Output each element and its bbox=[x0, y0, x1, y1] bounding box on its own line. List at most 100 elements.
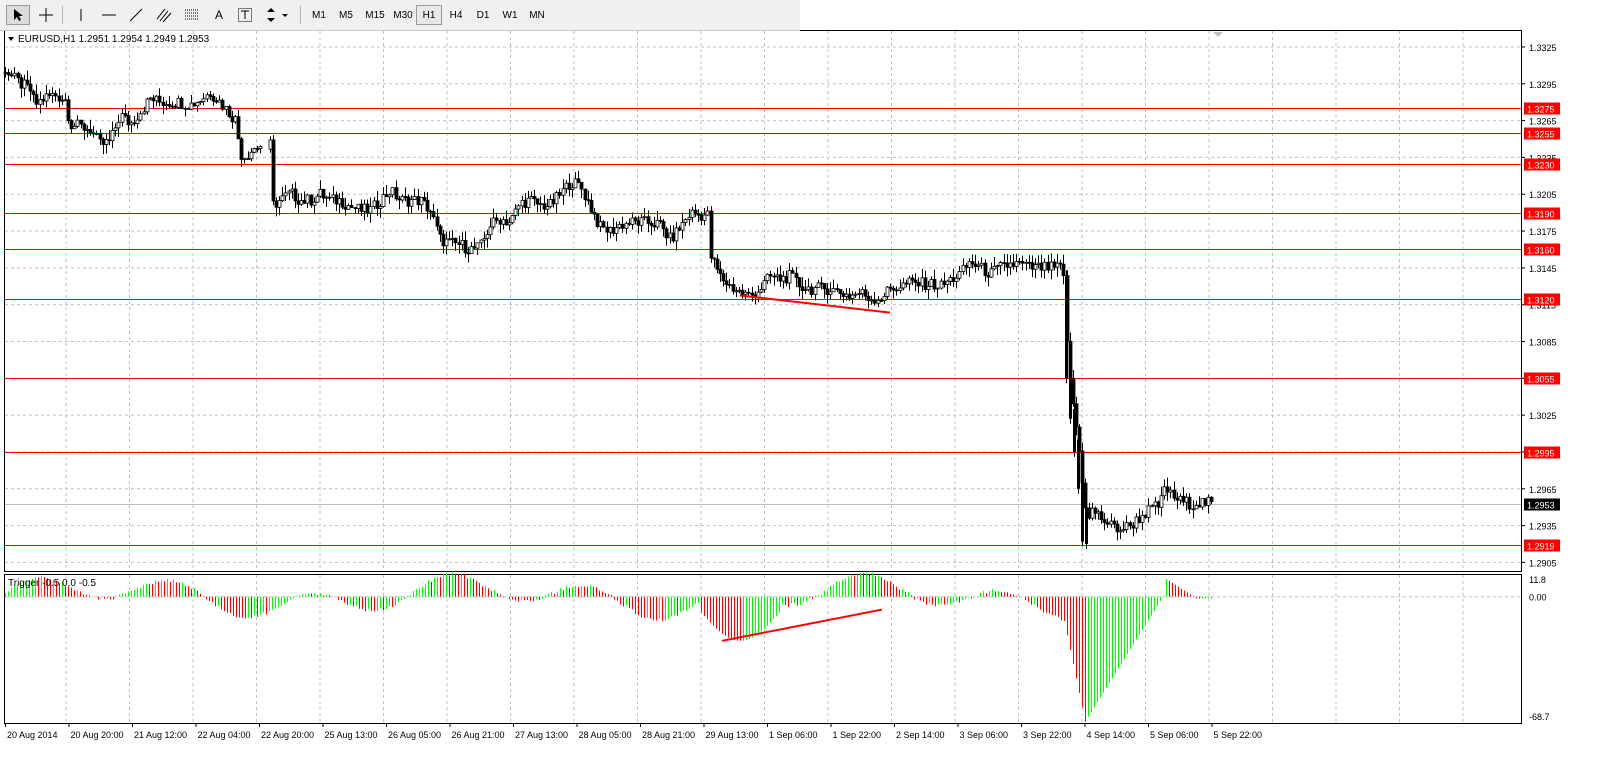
candle-body bbox=[746, 291, 751, 294]
fibonacci-icon[interactable] bbox=[181, 5, 203, 25]
equidistant-channel-icon[interactable] bbox=[153, 5, 175, 25]
candle-body bbox=[932, 279, 937, 290]
candle-body bbox=[47, 93, 52, 96]
timeframe-m15[interactable]: M15 bbox=[360, 5, 390, 25]
candle-body bbox=[41, 99, 46, 102]
candle-body bbox=[589, 200, 594, 213]
time-tick-label: 28 Aug 21:00 bbox=[642, 730, 695, 740]
candle-body bbox=[384, 194, 389, 198]
candle-body bbox=[1194, 505, 1199, 510]
candle-body bbox=[340, 198, 345, 208]
candle-body bbox=[891, 287, 896, 291]
candle-body bbox=[853, 293, 858, 296]
price-tick-label: 1.3295 bbox=[1529, 80, 1557, 90]
candle-body bbox=[923, 277, 928, 290]
candle-body bbox=[198, 101, 203, 104]
candle-body bbox=[998, 262, 1003, 267]
candle-body bbox=[466, 252, 471, 255]
crosshair-icon[interactable] bbox=[35, 5, 57, 25]
candle-body bbox=[986, 275, 991, 278]
candle-body bbox=[759, 289, 764, 293]
candle-body bbox=[161, 101, 166, 106]
candle-body bbox=[806, 286, 811, 291]
candle-body bbox=[718, 268, 723, 275]
candle-body bbox=[939, 280, 944, 289]
candle-body bbox=[57, 95, 62, 102]
candle-body bbox=[211, 96, 216, 102]
level-price-label: 1.2995 bbox=[1527, 449, 1555, 459]
timeframe-m5[interactable]: M5 bbox=[333, 5, 359, 25]
candle-body bbox=[1069, 369, 1072, 419]
cursor-icon[interactable] bbox=[6, 5, 30, 25]
candle-body bbox=[617, 223, 622, 229]
candle-body bbox=[224, 106, 229, 110]
candle-body bbox=[592, 211, 597, 215]
candle-body bbox=[66, 99, 71, 121]
candle-body bbox=[416, 196, 421, 206]
timeframe-w1[interactable]: W1 bbox=[497, 5, 523, 25]
candle-body bbox=[1197, 505, 1202, 508]
candle-body bbox=[318, 189, 323, 197]
candle-body bbox=[280, 195, 285, 201]
candle-body bbox=[1073, 409, 1076, 452]
timeframe-m30[interactable]: M30 bbox=[388, 5, 418, 25]
candle-body bbox=[482, 237, 487, 241]
candle-body bbox=[1033, 264, 1038, 270]
vertical-line-icon[interactable] bbox=[70, 5, 92, 25]
candle-body bbox=[1178, 495, 1183, 501]
arrows-icon[interactable] bbox=[263, 5, 293, 25]
trendline-icon[interactable] bbox=[125, 5, 147, 25]
candle-body bbox=[214, 100, 219, 103]
candle-body bbox=[548, 199, 553, 208]
candle-body bbox=[907, 277, 912, 285]
candle-body bbox=[683, 219, 688, 223]
candle-body bbox=[85, 129, 90, 131]
timeframe-d1[interactable]: D1 bbox=[470, 5, 496, 25]
candle-body bbox=[715, 258, 720, 270]
candle-body bbox=[195, 102, 200, 107]
candle-body bbox=[1005, 262, 1010, 268]
candle-body bbox=[271, 139, 276, 202]
candle-body bbox=[1052, 261, 1057, 268]
candle-body bbox=[803, 289, 808, 292]
candle-body bbox=[110, 130, 115, 142]
candle-body bbox=[1156, 501, 1161, 508]
candle-body bbox=[532, 196, 537, 200]
text-box-icon[interactable] bbox=[234, 5, 256, 25]
level-price-label: 1.3230 bbox=[1527, 161, 1555, 171]
candle-body bbox=[538, 203, 543, 206]
candle-body bbox=[312, 201, 317, 206]
candle-body bbox=[652, 225, 657, 228]
candle-body bbox=[920, 277, 925, 287]
candle-body bbox=[948, 277, 953, 282]
candle-body bbox=[425, 199, 430, 212]
candle-body bbox=[929, 279, 934, 287]
candle-body bbox=[353, 207, 358, 210]
timeframe-h1[interactable]: H1 bbox=[416, 5, 442, 25]
candle-body bbox=[296, 200, 301, 205]
candle-body bbox=[724, 280, 729, 286]
candle-body bbox=[1087, 507, 1092, 519]
candle-body bbox=[636, 220, 641, 226]
candle-body bbox=[189, 102, 194, 110]
candle-body bbox=[239, 138, 244, 160]
indicator-tick-label: 11.8 bbox=[1529, 575, 1546, 585]
candle-body bbox=[179, 97, 184, 109]
candle-body bbox=[586, 199, 591, 202]
candle-body bbox=[227, 106, 232, 118]
candle-body bbox=[233, 116, 238, 123]
timeframe-mn[interactable]: MN bbox=[524, 5, 550, 25]
horizontal-line-icon[interactable] bbox=[98, 5, 120, 25]
candle-body bbox=[712, 257, 717, 260]
timeframe-m1[interactable]: M1 bbox=[306, 5, 332, 25]
chart-area[interactable]: 1.33251.32951.32651.32351.32051.31751.31… bbox=[0, 0, 1600, 761]
text-label[interactable]: A bbox=[208, 5, 230, 25]
time-tick-label: 1 Sep 06:00 bbox=[769, 730, 818, 740]
candle-body bbox=[882, 296, 887, 302]
level-price-label: 1.2919 bbox=[1527, 542, 1555, 552]
price-tick-label: 1.3265 bbox=[1529, 117, 1557, 127]
candle-body bbox=[302, 200, 307, 204]
candle-body bbox=[220, 99, 225, 110]
timeframe-h4[interactable]: H4 bbox=[443, 5, 469, 25]
candle-body bbox=[1181, 495, 1186, 503]
